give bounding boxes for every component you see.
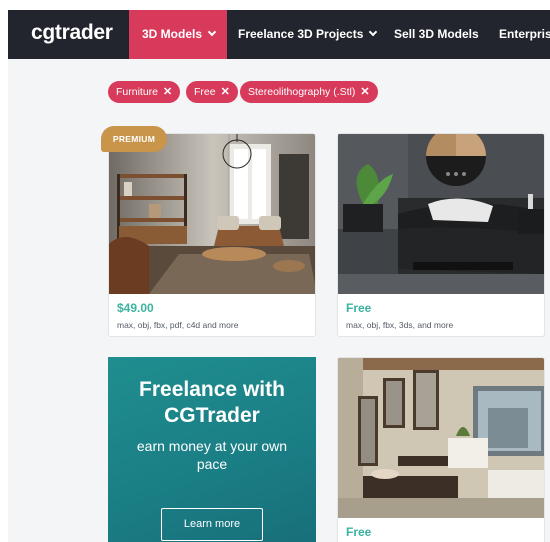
product-formats: max, obj, fbx, 3ds, and more	[346, 320, 454, 330]
close-icon[interactable]: ✕	[360, 86, 369, 98]
chevron-down-icon	[207, 27, 217, 37]
promo-title: Freelance with CGTrader	[108, 377, 316, 429]
filter-chip-furniture[interactable]: Furniture ✕	[108, 81, 181, 103]
product-formats: max, obj, fbx, pdf, c4d and more	[117, 320, 239, 330]
close-icon[interactable]: ✕	[163, 86, 172, 98]
product-thumbnail[interactable]	[338, 134, 544, 294]
nav-3d-models-label: 3D Models	[142, 27, 203, 41]
product-card[interactable]: Free max, obj, fbx, 3ds, and more	[337, 133, 545, 337]
product-card[interactable]: $49.00 max, obj, fbx, pdf, c4d and more	[108, 133, 316, 337]
promo-title-line1: Freelance with	[139, 378, 285, 401]
filter-chip-label: Furniture	[116, 86, 159, 98]
top-nav: cgtrader 3D Models Freelance 3D Projects…	[8, 10, 550, 59]
close-icon[interactable]: ✕	[221, 86, 230, 98]
promo-subtitle-line2: pace	[196, 456, 228, 472]
nav-freelance-label: Freelance 3D Projects	[238, 27, 364, 41]
product-price: Free	[346, 525, 372, 539]
product-card[interactable]: Free	[337, 357, 545, 542]
product-thumbnail[interactable]	[109, 134, 315, 294]
promo-title-line2: CGTrader	[164, 404, 260, 427]
filter-chip-label: Stereolithography (.Stl)	[248, 86, 356, 98]
nav-enterprise-label: Enterprise	[499, 27, 550, 41]
premium-badge: PREMIUM	[101, 126, 167, 152]
freelance-promo-banner[interactable]: Freelance with CGTrader earn money at yo…	[108, 357, 316, 542]
filter-chip-label: Free	[194, 86, 216, 98]
product-price: $49.00	[117, 301, 154, 315]
nav-3d-models[interactable]: 3D Models	[129, 10, 227, 59]
nav-enterprise[interactable]: Enterprise	[499, 10, 550, 59]
chevron-down-icon	[369, 27, 378, 37]
filter-chip-free[interactable]: Free ✕	[186, 81, 238, 103]
product-thumbnail[interactable]	[338, 358, 544, 518]
product-price: Free	[346, 301, 372, 315]
promo-subtitle-line1: earn money at your own	[136, 438, 288, 454]
nav-sell-3d-models[interactable]: Sell 3D Models	[394, 10, 479, 59]
nav-sell-label: Sell 3D Models	[394, 27, 479, 41]
promo-subtitle: earn money at your own pace	[108, 437, 316, 473]
nav-freelance-projects[interactable]: Freelance 3D Projects	[238, 10, 378, 59]
learn-more-button[interactable]: Learn more	[161, 508, 263, 541]
filter-chip-stl[interactable]: Stereolithography (.Stl) ✕	[240, 81, 378, 103]
logo[interactable]: cgtrader	[31, 21, 113, 45]
